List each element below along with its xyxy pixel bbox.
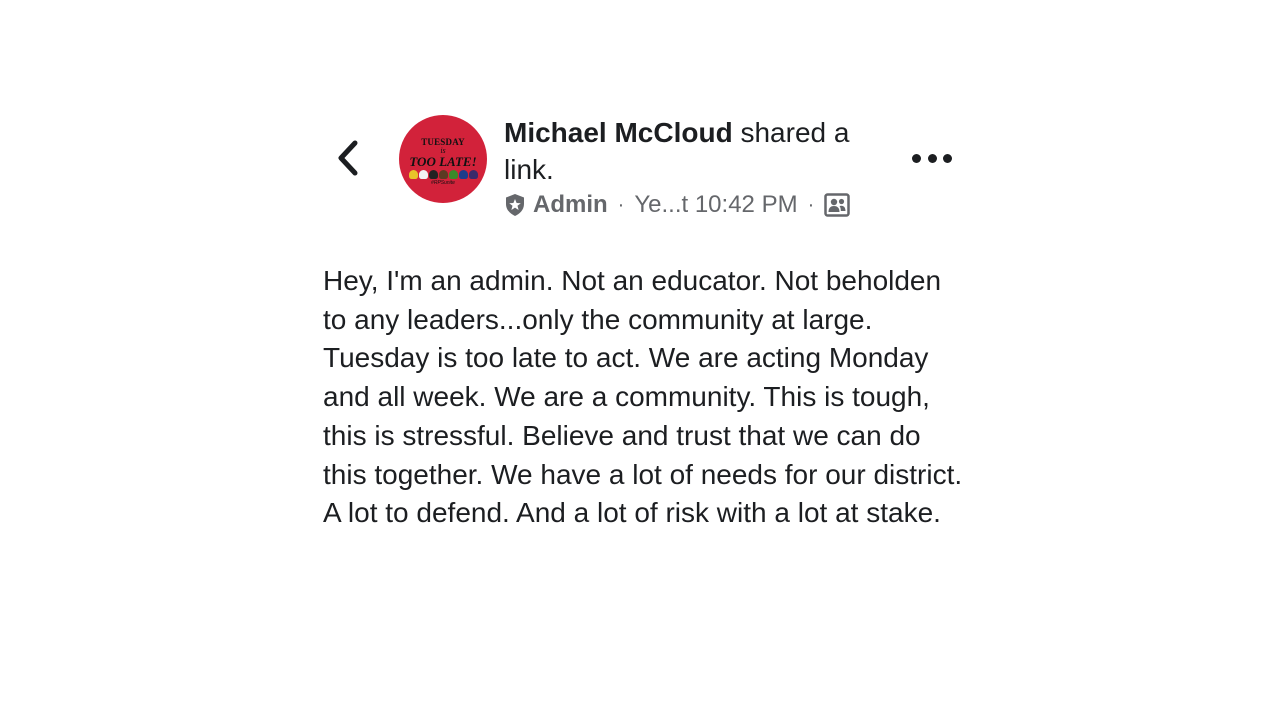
avatar-text-line4: #RPSunite (431, 179, 455, 186)
more-dots-icon (927, 153, 937, 163)
post-meta: Admin · Ye...t 10:42 PM · (504, 188, 904, 222)
role-label: Admin (533, 191, 608, 218)
back-button[interactable] (330, 138, 366, 178)
post-body-text: Hey, I'm an admin. Not an educator. Not … (323, 265, 963, 529)
admin-shield-icon (506, 194, 524, 216)
avatar-text-line1: TUESDAY (421, 136, 465, 147)
more-options-button[interactable] (912, 146, 952, 170)
chevron-left-icon (338, 140, 358, 176)
meta-separator: · (617, 193, 625, 216)
group-icon (824, 193, 850, 217)
post-title: Michael McCloud shared a link. (504, 114, 904, 188)
post-header: Michael McCloud shared a link. Admin · Y… (504, 114, 904, 222)
more-dots-icon (943, 153, 952, 163)
avatar-fists (408, 169, 478, 179)
post-screen: TUESDAY is TOO LATE! #RPSunite Michael M… (0, 0, 1280, 720)
timestamp[interactable]: Ye...t 10:42 PM (634, 191, 797, 219)
author-name[interactable]: Michael McCloud (504, 117, 733, 148)
avatar[interactable]: TUESDAY is TOO LATE! #RPSunite (399, 115, 487, 203)
meta-separator: · (807, 193, 815, 216)
more-dots-icon (912, 153, 921, 163)
avatar-text-line3: TOO LATE! (409, 153, 477, 169)
